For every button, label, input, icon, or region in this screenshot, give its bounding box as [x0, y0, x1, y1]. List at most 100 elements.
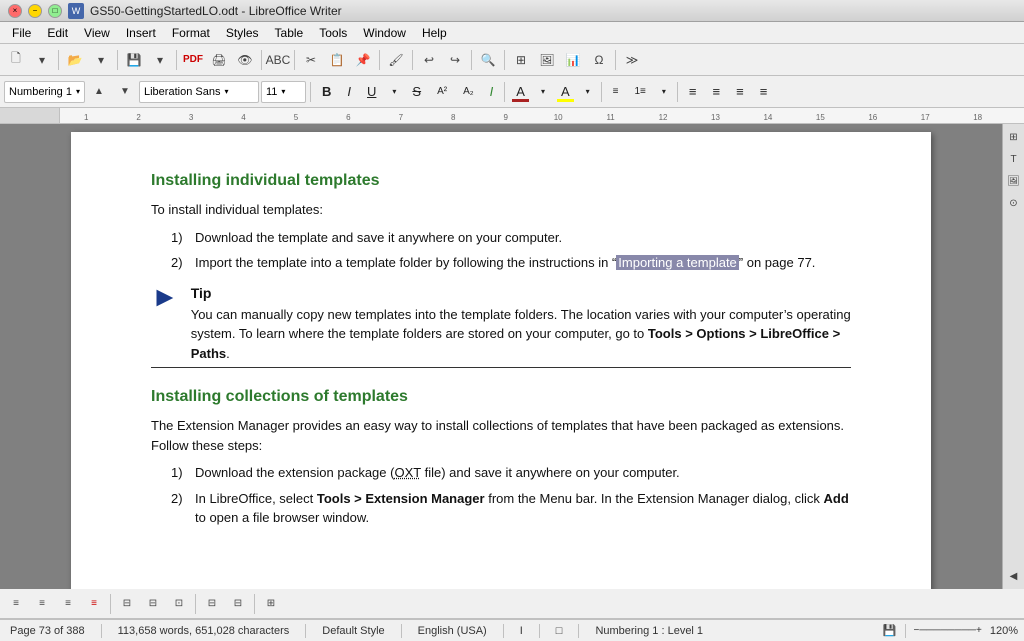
list-item-text: Download the template and save it anywhe…	[195, 228, 562, 248]
insert-table[interactable]: ⊞	[509, 48, 533, 72]
sep4	[261, 50, 262, 70]
list-unordered[interactable]: ≡	[606, 80, 626, 104]
find-button[interactable]: 🔍	[476, 48, 500, 72]
menu-insert[interactable]: Insert	[118, 24, 164, 42]
open-button[interactable]: 📂	[63, 48, 87, 72]
print-button[interactable]: 🖨	[207, 48, 231, 72]
align-left[interactable]: ≡	[682, 80, 704, 104]
menu-file[interactable]: File	[4, 24, 39, 42]
document-container[interactable]: Installing individual templates To insta…	[0, 124, 1002, 589]
sidebar-btn-1[interactable]: ⊞	[1005, 128, 1023, 146]
zoom-slider[interactable]: −────────+	[914, 625, 982, 636]
para-btn-6[interactable]: ⊟	[141, 592, 165, 616]
highlight-link: Importing a template	[616, 255, 739, 270]
italic2-button[interactable]: I	[483, 80, 501, 104]
sidebar-collapse[interactable]: ◀	[1005, 567, 1023, 585]
style-down[interactable]: ▼	[113, 80, 137, 104]
list-num: 1)	[171, 228, 195, 248]
menu-format[interactable]: Format	[164, 24, 218, 42]
preview-button[interactable]: 👁	[233, 48, 257, 72]
para-btn-7[interactable]: ⊡	[167, 592, 191, 616]
minimize-button[interactable]: −	[28, 4, 42, 18]
more-controls[interactable]: ≫	[620, 48, 644, 72]
statusbar-right: 💾 −────────+ 120%	[883, 624, 1018, 638]
right-sidebar: ⊞ T 🖼 ⊙ ◀	[1002, 124, 1024, 589]
redo-button[interactable]: ↪	[443, 48, 467, 72]
section2-heading: Installing collections of templates	[151, 388, 851, 406]
numbering-level: Numbering 1 : Level 1	[591, 625, 707, 637]
sep8	[471, 50, 472, 70]
cut-button[interactable]: ✂	[299, 48, 323, 72]
font-color-dropdown[interactable]: ▾	[534, 80, 552, 104]
list-ordered[interactable]: 1≡	[628, 80, 653, 104]
new-dropdown[interactable]: ▾	[30, 48, 54, 72]
insert-special[interactable]: Ω	[587, 48, 611, 72]
tools-ext-bold: Tools > Extension Manager	[317, 491, 485, 506]
maximize-button[interactable]: □	[48, 4, 62, 18]
para-btn-3[interactable]: ≡	[56, 592, 80, 616]
paragraph-style-dropdown[interactable]: Numbering 1 ▾	[4, 81, 85, 103]
font-size-dropdown[interactable]: 11 ▾	[261, 81, 306, 103]
list-num-2: 2)	[171, 253, 195, 273]
menu-window[interactable]: Window	[355, 24, 414, 42]
font-color-button[interactable]: A	[509, 80, 532, 104]
para-btn-5[interactable]: ⊟	[115, 592, 139, 616]
para-btn-9[interactable]: ⊟	[226, 592, 250, 616]
style-up[interactable]: ▲	[87, 80, 111, 104]
menu-tools[interactable]: Tools	[311, 24, 355, 42]
sidebar-btn-2[interactable]: T	[1005, 150, 1023, 168]
app-icon: W	[68, 3, 84, 19]
list-dropdown[interactable]: ▾	[655, 80, 673, 104]
insert-image[interactable]: 🖼	[535, 48, 559, 72]
doc-save-icon: 💾	[883, 624, 897, 637]
status-sep2	[305, 624, 306, 638]
undo-button[interactable]: ↩	[417, 48, 441, 72]
align-center[interactable]: ≡	[706, 80, 728, 104]
menu-help[interactable]: Help	[414, 24, 455, 42]
underline-button[interactable]: U	[360, 80, 383, 104]
cursor-icon: I	[516, 625, 527, 637]
close-button[interactable]: ×	[8, 4, 22, 18]
statusbar: Page 73 of 388 113,658 words, 651,028 ch…	[0, 619, 1024, 641]
sep7	[412, 50, 413, 70]
sidebar-btn-3[interactable]: 🖼	[1005, 172, 1023, 190]
para-btn-4[interactable]: ≡	[82, 592, 106, 616]
menu-edit[interactable]: Edit	[39, 24, 76, 42]
para-btn-2[interactable]: ≡	[30, 592, 54, 616]
pdf-button[interactable]: PDF	[181, 48, 205, 72]
superscript-button[interactable]: A²	[430, 80, 454, 104]
strikethrough-button[interactable]: S	[405, 80, 428, 104]
font-dropdown[interactable]: Liberation Sans ▾	[139, 81, 259, 103]
menu-view[interactable]: View	[76, 24, 118, 42]
para-btn-8[interactable]: ⊟	[200, 592, 224, 616]
para-btn-1[interactable]: ≡	[4, 592, 28, 616]
insert-chart[interactable]: 📊	[561, 48, 585, 72]
underline-dropdown[interactable]: ▾	[385, 80, 403, 104]
para-btn-10[interactable]: ⊞	[259, 592, 283, 616]
fmt-sep3	[601, 82, 602, 102]
list2-num-1: 1)	[171, 463, 195, 483]
italic-button[interactable]: I	[340, 80, 358, 104]
bold-button[interactable]: B	[315, 80, 338, 104]
save-dropdown[interactable]: ▾	[148, 48, 172, 72]
highlight-dropdown[interactable]: ▾	[579, 80, 597, 104]
align-right[interactable]: ≡	[729, 80, 751, 104]
new-button[interactable]: 🗋	[4, 48, 28, 72]
subscript-button[interactable]: A₂	[456, 80, 481, 104]
menu-styles[interactable]: Styles	[218, 24, 267, 42]
menu-table[interactable]: Table	[267, 24, 312, 42]
open-dropdown[interactable]: ▾	[89, 48, 113, 72]
clone-format[interactable]: 🖌	[384, 48, 408, 72]
align-justify[interactable]: ≡	[753, 80, 775, 104]
paste-button[interactable]: 📌	[351, 48, 375, 72]
fmt-sep1	[310, 82, 311, 102]
spell-button[interactable]: ABC	[266, 48, 290, 72]
copy-button[interactable]: 📋	[325, 48, 349, 72]
sidebar-btn-4[interactable]: ⊙	[1005, 194, 1023, 212]
save-button[interactable]: 💾	[122, 48, 146, 72]
highlight-button[interactable]: A	[554, 80, 577, 104]
fmt-sep4	[677, 82, 678, 102]
oxt-abbr: OXT	[394, 465, 421, 480]
menubar: File Edit View Insert Format Styles Tabl…	[0, 22, 1024, 44]
para-sep2	[195, 594, 196, 614]
